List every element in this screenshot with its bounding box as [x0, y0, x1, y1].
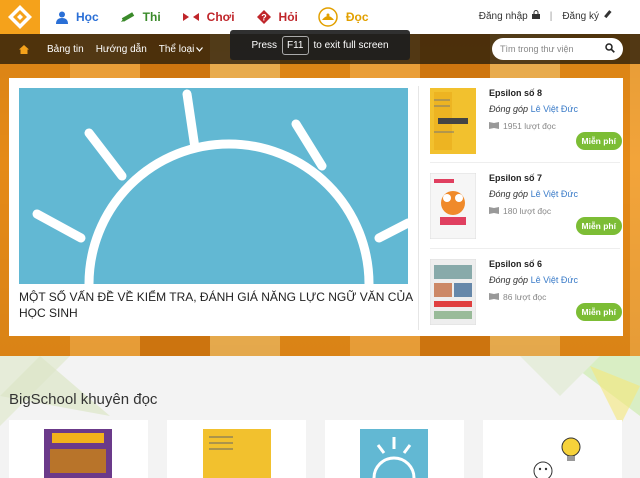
book-contributor: Đóng góp Lê Việt Đức [489, 104, 578, 114]
featured-image[interactable] [19, 88, 408, 284]
guide-link[interactable]: Hướng dẫn [96, 44, 147, 55]
news-link[interactable]: Bảng tin [47, 44, 84, 55]
book-item[interactable]: Epsilon số 7 Đóng góp Lê Việt Đức 180 lư… [429, 172, 622, 245]
panel-divider [418, 86, 419, 330]
pencil-icon [120, 11, 135, 23]
register-link[interactable]: Đăng ký [562, 11, 599, 22]
chevron-down-icon [196, 44, 204, 55]
nav-doc[interactable]: Đọc [318, 7, 369, 27]
book-cover[interactable] [203, 429, 271, 478]
student-icon [56, 11, 68, 24]
free-badge[interactable]: Miễn phí [575, 217, 622, 235]
search-icon[interactable] [605, 40, 615, 58]
nav-hoi-label: Hỏi [278, 10, 298, 24]
book-cover[interactable] [360, 429, 428, 478]
read-count: 1951 lượt đọc [503, 121, 556, 131]
nav-thi[interactable]: Thi [120, 10, 161, 24]
sun-illustration [19, 88, 408, 284]
nav-choi[interactable]: Chơi [182, 10, 235, 24]
home-icon[interactable] [19, 44, 29, 54]
fullscreen-notice: Press F11 to exit full screen [230, 30, 410, 60]
nav-hoi[interactable]: ? Hỏi [256, 10, 298, 24]
recommend-card[interactable] [483, 420, 622, 478]
toast-text: to exit full screen [313, 39, 389, 51]
book-title[interactable]: Epsilon số 7 [489, 173, 542, 183]
category-dropdown[interactable]: Thể loại [159, 44, 204, 55]
open-book-icon [489, 206, 499, 216]
open-book-icon [489, 121, 499, 131]
book-title[interactable]: Epsilon số 6 [489, 259, 542, 269]
main-sections: Học Thi Chơi ? Hỏi Đọc [40, 0, 369, 34]
book-item[interactable]: Epsilon số 6 Đóng góp Lê Việt Đức 86 lượ… [429, 258, 622, 331]
recommend-card[interactable] [167, 420, 306, 478]
book-cover[interactable] [44, 429, 112, 478]
book-divider [430, 162, 620, 163]
featured-panel: MỘT SỐ VẤN ĐỀ VỀ KIỂM TRA, ĐÁNH GIÁ NĂNG… [9, 78, 623, 336]
contrib-label: Đóng góp [489, 104, 529, 114]
book-reads: 180 lượt đọc [489, 206, 551, 216]
lock-icon [531, 10, 540, 22]
author-link[interactable]: Lê Việt Đức [531, 189, 578, 199]
question-icon: ? [256, 10, 271, 24]
book-divider [430, 248, 620, 249]
book-reads: 1951 lượt đọc [489, 121, 556, 131]
recommend-card[interactable] [9, 420, 148, 478]
free-badge[interactable]: Miễn phí [575, 303, 622, 321]
read-count: 86 lượt đọc [503, 292, 547, 302]
contrib-label: Đóng góp [489, 189, 529, 199]
bigschool-logo[interactable] [0, 0, 40, 34]
svg-text:?: ? [261, 13, 267, 23]
logo-diamond-icon [8, 5, 32, 29]
book-cover[interactable] [429, 258, 477, 326]
nav-doc-label: Đọc [345, 10, 369, 24]
library-search [492, 38, 623, 60]
book-reads: 86 lượt đọc [489, 292, 546, 302]
nav-thi-label: Thi [142, 10, 161, 24]
free-badge[interactable]: Miễn phí [575, 132, 622, 150]
book-cover[interactable] [429, 172, 477, 240]
recommend-card[interactable] [325, 420, 464, 478]
read-count: 180 lượt đọc [503, 206, 552, 216]
author-link[interactable]: Lê Việt Đức [531, 104, 578, 114]
toast-press: Press [251, 39, 277, 51]
login-link[interactable]: Đăng nhập [479, 11, 528, 22]
open-book-icon [489, 292, 499, 302]
game-icon [182, 12, 199, 22]
book-read-icon [318, 7, 338, 27]
book-cover[interactable] [531, 429, 591, 478]
top-navigation: Học Thi Chơi ? Hỏi Đọc Đăng nhập | Đăng … [0, 0, 640, 34]
nav-choi-label: Chơi [206, 10, 235, 24]
toast-key: F11 [282, 35, 309, 55]
recommend-title: BigSchool khuyên đọc [9, 391, 158, 408]
book-contributor: Đóng góp Lê Việt Đức [489, 189, 578, 199]
book-title[interactable]: Epsilon số 8 [489, 88, 542, 98]
auth-links: Đăng nhập | Đăng ký [479, 10, 612, 22]
contrib-label: Đóng góp [489, 275, 529, 285]
author-link[interactable]: Lê Việt Đức [531, 275, 578, 285]
auth-separator: | [549, 10, 553, 22]
category-label: Thể loại [158, 43, 195, 55]
featured-title[interactable]: MỘT SỐ VẤN ĐỀ VỀ KIỂM TRA, ĐÁNH GIÁ NĂNG… [19, 289, 414, 321]
search-input[interactable] [500, 44, 600, 54]
book-item[interactable]: Epsilon số 8 Đóng góp Lê Việt Đức 1951 l… [430, 88, 622, 160]
nav-hoc[interactable]: Học [56, 10, 99, 24]
book-cover[interactable] [430, 88, 476, 154]
nav-hoc-label: Học [76, 10, 99, 24]
book-contributor: Đóng góp Lê Việt Đức [489, 275, 578, 285]
pen-icon [603, 10, 612, 22]
